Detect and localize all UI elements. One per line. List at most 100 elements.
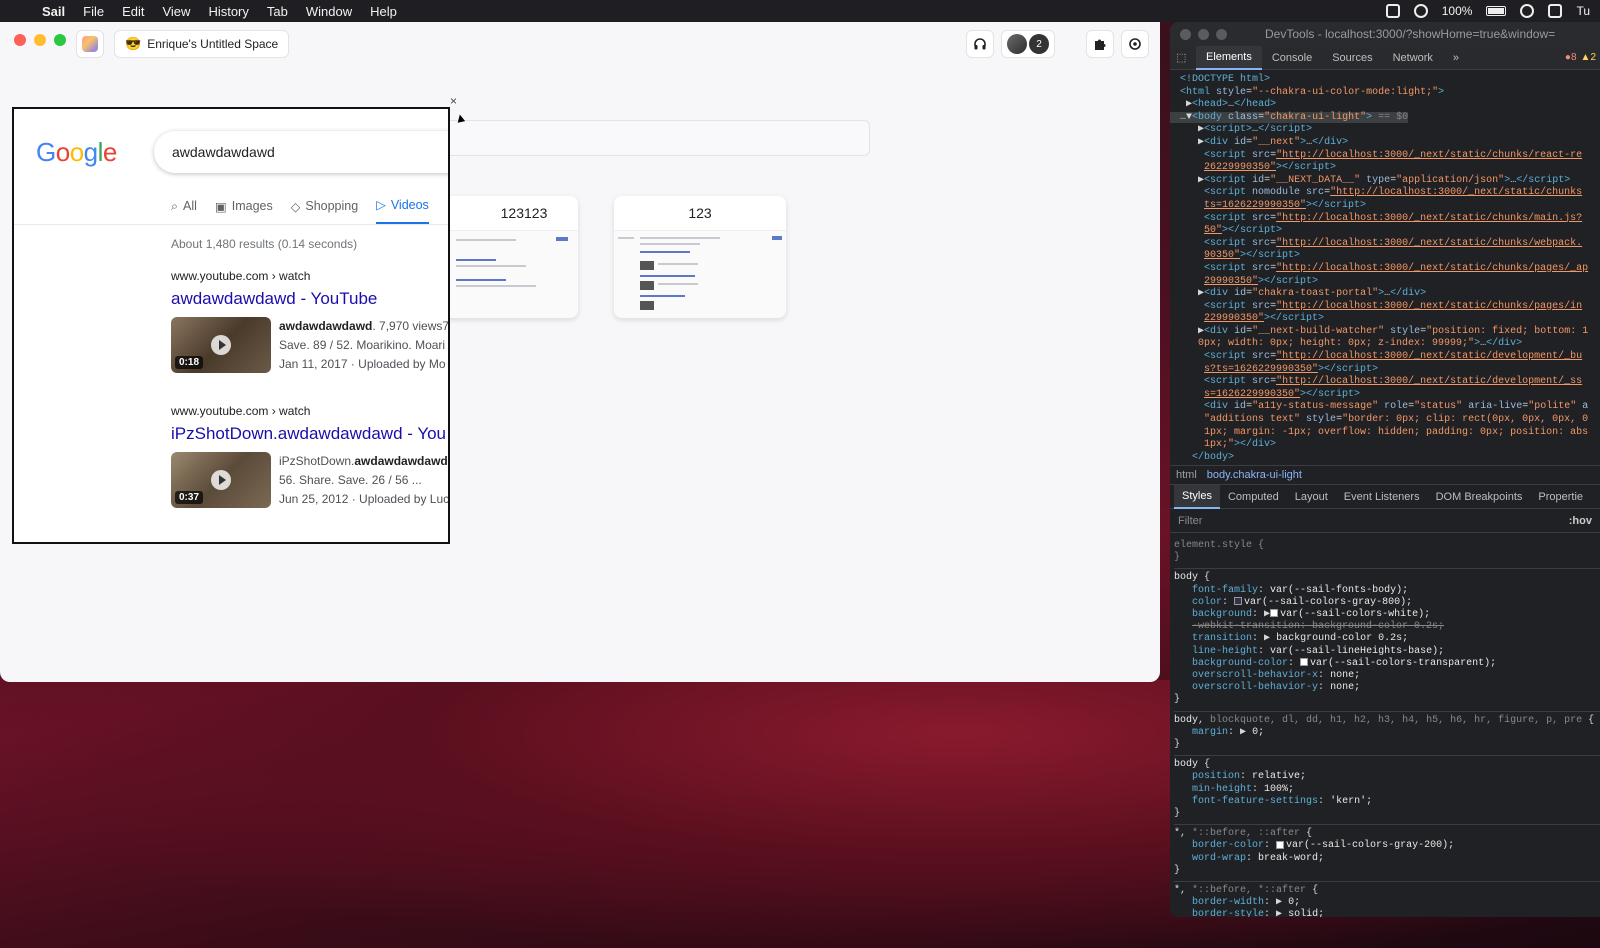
- play-icon[interactable]: [1520, 4, 1535, 18]
- menu-history[interactable]: History: [208, 4, 248, 19]
- battery-icon[interactable]: [1486, 6, 1507, 16]
- minimize-button[interactable]: [1198, 28, 1209, 40]
- video-thumbnail[interactable]: 0:18: [171, 317, 271, 373]
- styles-pane[interactable]: element.style { } body { font-family: var…: [1170, 533, 1600, 917]
- space-emoji: 😎: [125, 36, 142, 51]
- result-title-link[interactable]: iPzShotDown.awdawdawdawd - You: [171, 424, 448, 444]
- warning-icon: ▲: [1580, 52, 1591, 63]
- tab-styles[interactable]: Styles: [1174, 484, 1220, 509]
- tab-layout[interactable]: Layout: [1287, 485, 1336, 509]
- video-duration: 0:18: [175, 356, 204, 369]
- avatar: [1007, 34, 1027, 54]
- tab-sources[interactable]: Sources: [1322, 46, 1382, 70]
- devtools-window: DevTools - localhost:3000/?showHome=true…: [1170, 22, 1600, 917]
- tab-all-label: All: [183, 199, 197, 213]
- video-icon: ▷: [376, 198, 386, 212]
- tab-images[interactable]: ▣ Images: [215, 197, 273, 225]
- devtools-tabs: ⬚ Elements Console Sources Network » ●8 …: [1170, 45, 1600, 70]
- dom-tree[interactable]: <!DOCTYPE html> <html style="--chakra-ui…: [1170, 70, 1600, 465]
- control-center-icon[interactable]: [1548, 4, 1563, 18]
- breadcrumb-html[interactable]: html: [1176, 469, 1197, 481]
- settings-button[interactable]: [1121, 30, 1149, 58]
- menu-bar-status: 100% Tu: [1385, 4, 1590, 18]
- play-icon: [211, 470, 231, 490]
- headphones-button[interactable]: [966, 30, 994, 58]
- filter-placeholder: Filter: [1178, 514, 1203, 527]
- devtools-title: DevTools - localhost:3000/?showHome=true…: [1265, 27, 1556, 41]
- sail-logo-icon: [82, 36, 98, 52]
- hover-state-button[interactable]: :hov: [1569, 515, 1592, 527]
- image-icon: ▣: [214, 199, 227, 214]
- participants-button[interactable]: 2: [1001, 30, 1055, 58]
- styles-filter-input[interactable]: Filter :hov: [1170, 509, 1600, 533]
- background-search-input[interactable]: [450, 120, 870, 156]
- record-icon[interactable]: [1385, 4, 1400, 18]
- result-snippet: iPzShotDown.awdawdawdawd. 56. Share. Sav…: [279, 452, 450, 509]
- clock[interactable]: Tu: [1576, 4, 1590, 18]
- more-tabs-button[interactable]: »: [1443, 46, 1469, 70]
- macos-menu-bar: Sail File Edit View History Tab Window H…: [0, 0, 1600, 22]
- result-title-link[interactable]: awdawdawdawd - YouTube: [171, 289, 448, 309]
- menu-help[interactable]: Help: [370, 4, 397, 19]
- google-search-input[interactable]: awdawdawdawd: [154, 131, 448, 173]
- gear-icon: [1129, 38, 1141, 50]
- tab-network[interactable]: Network: [1383, 46, 1443, 70]
- menu-view[interactable]: View: [162, 4, 190, 19]
- close-button[interactable]: [1180, 28, 1191, 40]
- tab-dom-breakpoints[interactable]: DOM Breakpoints: [1428, 485, 1531, 509]
- vpn-icon[interactable]: [1413, 4, 1428, 18]
- tab-elements[interactable]: Elements: [1196, 45, 1262, 70]
- snippet-line: Save. 89 / 52. Moarikino. Moari: [279, 338, 446, 352]
- dom-breadcrumbs: html body.chakra-ui-light: [1170, 465, 1600, 485]
- tab-shopping[interactable]: ◇ Shopping: [291, 197, 358, 225]
- tab-properties[interactable]: Propertie: [1530, 485, 1591, 509]
- zoom-window-button[interactable]: [54, 34, 66, 46]
- menu-app-name[interactable]: Sail: [42, 4, 65, 19]
- tab-videos[interactable]: ▷ Videos: [376, 197, 429, 225]
- snippet-date: Jun 25, 2012 · Uploaded by Luc: [279, 492, 450, 506]
- window-controls: [14, 34, 66, 46]
- snippet-line: 56. Share. Save. 26 / 56 ...: [279, 473, 422, 487]
- tab-console[interactable]: Console: [1262, 46, 1322, 70]
- close-window-button[interactable]: [14, 34, 26, 46]
- minimize-window-button[interactable]: [34, 34, 46, 46]
- error-count-value: 8: [1570, 52, 1577, 63]
- divider: [14, 224, 448, 225]
- menu-file[interactable]: File: [83, 4, 104, 19]
- tab-images-label: Images: [231, 199, 273, 213]
- menu-window[interactable]: Window: [306, 4, 352, 19]
- search-result: www.youtube.com › watch iPzShotDown.awda…: [171, 404, 450, 509]
- result-cite[interactable]: www.youtube.com › watch: [171, 269, 448, 283]
- tab-event-listeners[interactable]: Event Listeners: [1336, 485, 1428, 509]
- space-name: Enrique's Untitled Space: [147, 37, 279, 51]
- video-duration: 0:37: [175, 491, 204, 504]
- tab-card[interactable]: 123: [614, 196, 786, 318]
- snippet-bold: awdawdawdawd: [279, 319, 373, 333]
- menu-edit[interactable]: Edit: [122, 4, 144, 19]
- search-icon: ⌕: [171, 198, 179, 213]
- sail-logo-button[interactable]: [76, 30, 104, 58]
- tab-computed[interactable]: Computed: [1220, 485, 1287, 509]
- warning-count: ▲2: [1581, 52, 1596, 63]
- issue-badges[interactable]: ●8 ▲2: [1565, 52, 1600, 63]
- devtools-window-controls: [1180, 28, 1227, 40]
- extensions-button[interactable]: [1086, 30, 1114, 58]
- snippet-bold: awdawdawdawd: [354, 454, 448, 468]
- tag-icon: ◇: [290, 199, 301, 214]
- breadcrumb-body[interactable]: body.chakra-ui-light: [1207, 469, 1302, 481]
- play-icon: [211, 335, 231, 355]
- zoom-button[interactable]: [1216, 28, 1227, 40]
- video-thumbnail[interactable]: 0:37: [171, 452, 271, 508]
- menu-tab[interactable]: Tab: [267, 4, 288, 19]
- tab-all[interactable]: ⌕ All: [171, 197, 197, 225]
- google-logo[interactable]: Google: [36, 137, 117, 168]
- result-cite[interactable]: www.youtube.com › watch: [171, 404, 448, 418]
- puzzle-icon: [1095, 39, 1106, 50]
- inspect-element-icon[interactable]: ⬚: [1176, 51, 1196, 64]
- search-result: www.youtube.com › watch awdawdawdawd - Y…: [171, 269, 448, 374]
- space-selector[interactable]: 😎 Enrique's Untitled Space: [114, 30, 290, 58]
- devtools-titlebar: DevTools - localhost:3000/?showHome=true…: [1170, 22, 1600, 46]
- tab-card-title: 123: [688, 205, 712, 221]
- close-popup-button[interactable]: ×: [450, 94, 457, 108]
- mouse-cursor-icon: ▲: [452, 108, 469, 127]
